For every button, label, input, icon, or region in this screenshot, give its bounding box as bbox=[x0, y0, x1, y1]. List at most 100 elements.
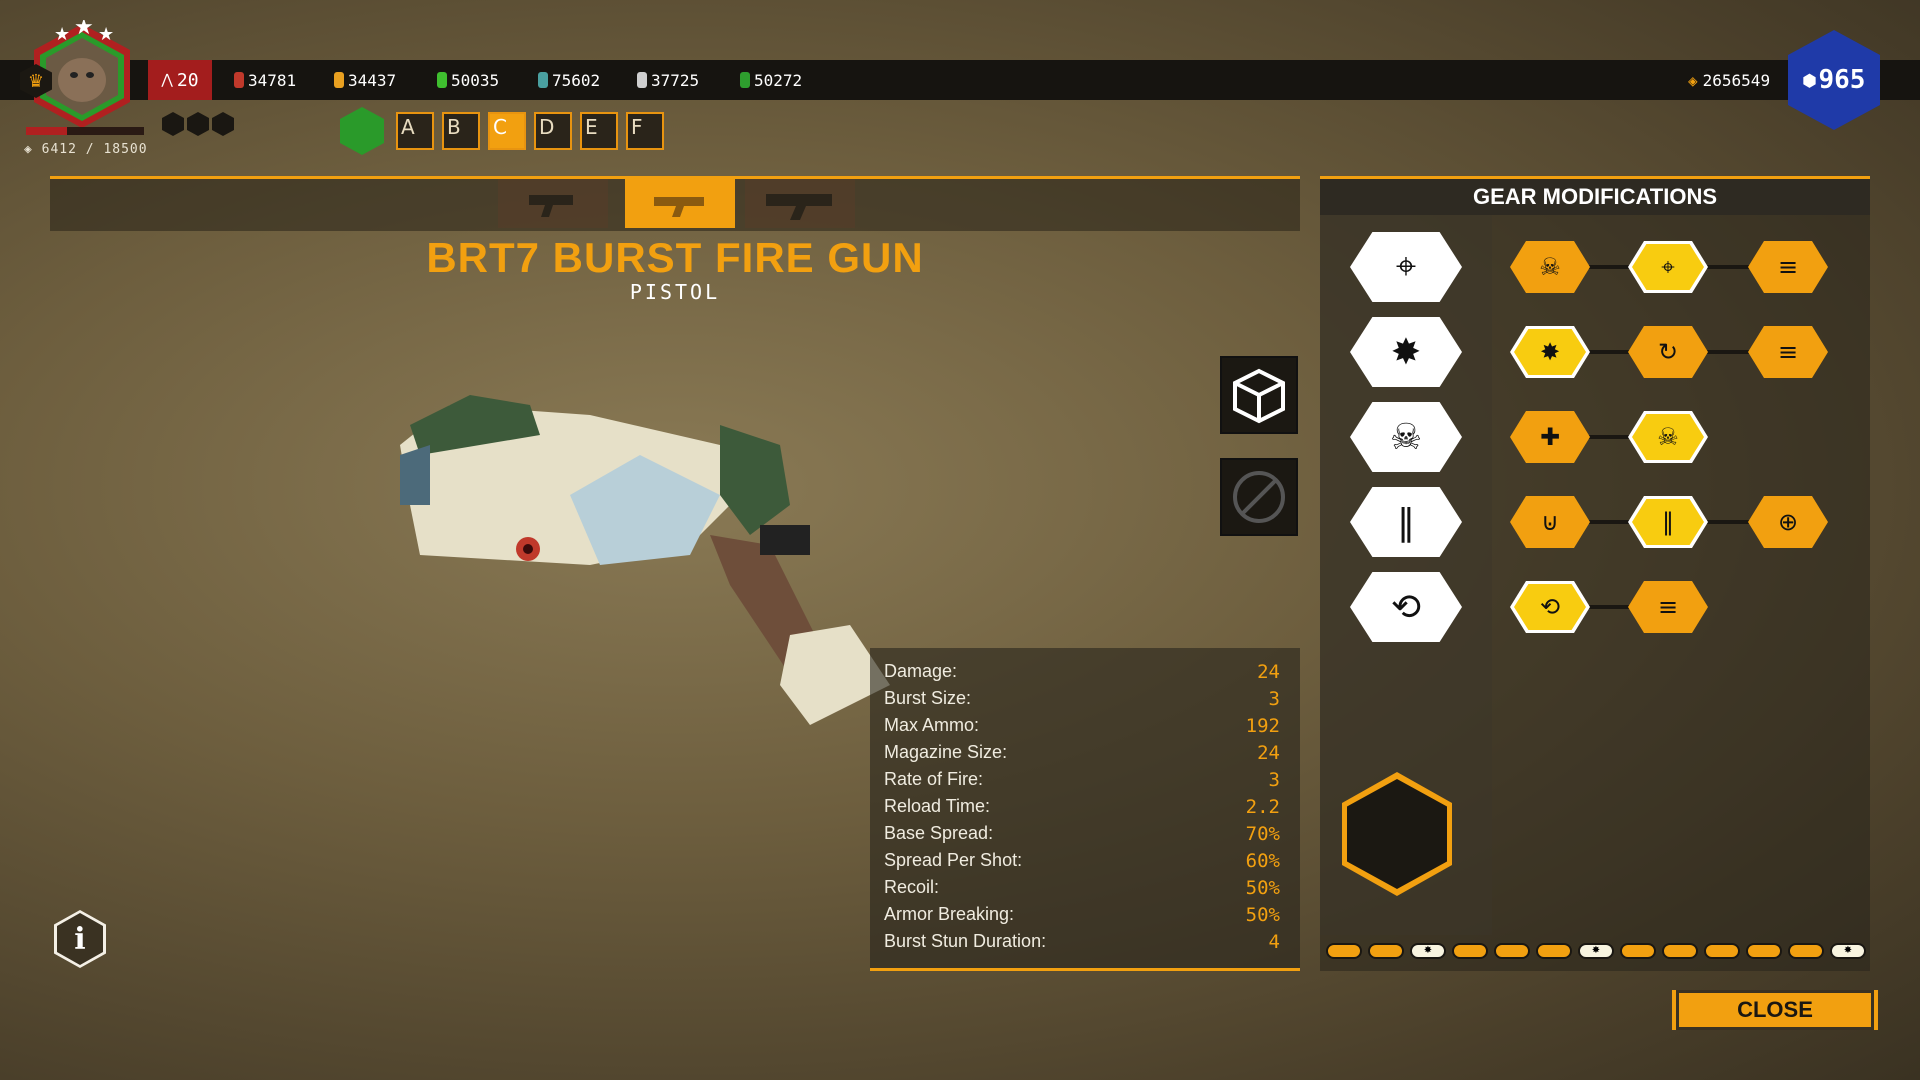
upgrade-pip bbox=[1536, 943, 1572, 959]
svg-text:★: ★ bbox=[98, 24, 114, 45]
upgrade-pip bbox=[1368, 943, 1404, 959]
resource-gold-resource: 34437 bbox=[334, 60, 396, 100]
impact-icon: ✸ bbox=[1390, 331, 1422, 373]
gear-mod-3-1[interactable]: ✚ bbox=[1510, 411, 1590, 463]
resource-silver-resource: 37725 bbox=[637, 60, 699, 100]
crosshair-icon: ⌖ bbox=[1661, 253, 1675, 281]
stat-row: Burst Size: 3 bbox=[884, 685, 1280, 712]
cube-icon bbox=[1233, 368, 1285, 424]
stat-row: Armor Breaking: 50% bbox=[884, 901, 1280, 928]
resource-green-resource: 50035 bbox=[437, 60, 499, 100]
gear-mod-4-3[interactable]: ⊕ bbox=[1748, 496, 1828, 548]
close-button[interactable]: CLOSE bbox=[1672, 990, 1878, 1030]
player-level: ⋀ 20 bbox=[148, 60, 212, 100]
loadout-slot-f[interactable]: F bbox=[626, 112, 664, 150]
skin-button[interactable] bbox=[1220, 356, 1298, 434]
stat-value: 70% bbox=[1245, 822, 1280, 845]
stat-row: Magazine Size: 24 bbox=[884, 739, 1280, 766]
premium-currency-badge[interactable]: ⬢ 965 bbox=[1788, 30, 1880, 130]
upgrade-pip: ✸ bbox=[1830, 943, 1866, 959]
empty-slot-hex-3 bbox=[212, 112, 234, 136]
gear-tier-1-category: ⌖ bbox=[1350, 232, 1462, 302]
xp-value: 6412 / 18500 bbox=[41, 142, 148, 157]
resource-value: 50272 bbox=[754, 70, 803, 90]
premium-icon: ⬢ bbox=[1802, 70, 1817, 90]
info-button[interactable]: i bbox=[54, 910, 106, 968]
resource-value: 50035 bbox=[451, 70, 500, 90]
bullets-icon: ≡ bbox=[1777, 338, 1799, 366]
info-icon: i bbox=[57, 913, 103, 965]
reload-icon: ↻ bbox=[1657, 338, 1679, 366]
stat-value: 24 bbox=[1257, 741, 1280, 764]
loadout-slot-e[interactable]: E bbox=[580, 112, 618, 150]
character-loadout-icon[interactable] bbox=[340, 107, 384, 155]
gear-mod-3-2[interactable]: ☠ bbox=[1628, 411, 1708, 463]
weapon-tab-3[interactable] bbox=[745, 179, 855, 228]
no-paint-icon bbox=[1233, 471, 1285, 523]
loadout-slot-b[interactable]: B bbox=[442, 112, 480, 150]
resource-value: 75602 bbox=[552, 70, 601, 90]
gear-mod-4-1[interactable]: ⊍ bbox=[1510, 496, 1590, 548]
skull-icon: ☠ bbox=[1657, 423, 1679, 451]
stat-row: Damage: 24 bbox=[884, 658, 1280, 685]
stat-row: Max Ammo: 192 bbox=[884, 712, 1280, 739]
silver-resource-icon bbox=[637, 72, 647, 88]
resource-value: 37725 bbox=[651, 70, 700, 90]
weapon-tab-2[interactable] bbox=[625, 179, 735, 228]
stat-value: 24 bbox=[1257, 660, 1280, 683]
gear-mod-1-2[interactable]: ⌖ bbox=[1628, 241, 1708, 293]
stat-value: 3 bbox=[1268, 687, 1280, 710]
empty-slot-hex-2 bbox=[187, 112, 209, 136]
ammo-icon: ‖ bbox=[1397, 501, 1415, 543]
stat-label: Damage: bbox=[884, 661, 958, 681]
stat-label: Recoil: bbox=[884, 877, 940, 897]
gear-mod-2-1[interactable]: ✸ bbox=[1510, 326, 1590, 378]
loadout-slot-c[interactable]: C bbox=[488, 112, 526, 150]
paint-button[interactable] bbox=[1220, 458, 1298, 536]
loadout-slot-label: D bbox=[539, 115, 555, 139]
revolver-icon bbox=[766, 193, 832, 220]
gear-mod-1-3[interactable]: ≡ bbox=[1748, 241, 1828, 293]
gear-mod-5-1[interactable]: ⟲ bbox=[1510, 581, 1590, 633]
upgrade-pip bbox=[1326, 943, 1362, 959]
gear-tier-4-category: ‖ bbox=[1350, 487, 1462, 557]
stat-label: Magazine Size: bbox=[884, 742, 1008, 762]
loadout-slot-d[interactable]: D bbox=[534, 112, 572, 150]
stat-value: 3 bbox=[1268, 768, 1280, 791]
magazine-icon: ⊍ bbox=[1541, 508, 1559, 536]
svg-text:★: ★ bbox=[74, 20, 94, 40]
accuracy-icon: ⌖ bbox=[1395, 246, 1417, 287]
overclock-icon: ⟲ bbox=[1539, 593, 1561, 621]
gear-mod-1-1[interactable]: ☠ bbox=[1510, 241, 1590, 293]
loadout-slot-label: E bbox=[585, 115, 598, 139]
stat-value: 2.2 bbox=[1245, 795, 1280, 818]
upgrade-pip: ✸ bbox=[1578, 943, 1614, 959]
gem-icon: ◈ bbox=[1688, 70, 1698, 90]
gem-counter: ◈ 2656549 bbox=[1688, 60, 1770, 100]
stat-label: Base Spread: bbox=[884, 823, 994, 843]
gem-value: 2656549 bbox=[1702, 70, 1771, 90]
level-progress-bar bbox=[26, 127, 144, 135]
upgrade-pip bbox=[1452, 943, 1488, 959]
svg-text:★: ★ bbox=[54, 24, 70, 45]
loadout-selector: A B C D E F bbox=[340, 107, 664, 155]
gear-mod-4-2[interactable]: ‖ bbox=[1628, 496, 1708, 548]
weapon-name: BRT7 BURST FIRE GUN bbox=[426, 234, 924, 281]
upgrade-pip: ✸ bbox=[1410, 943, 1446, 959]
stat-label: Armor Breaking: bbox=[884, 904, 1015, 924]
loadout-slot-a[interactable]: A bbox=[396, 112, 434, 150]
weapon-tab-1[interactable] bbox=[498, 179, 608, 228]
upgrade-pips: ✸ ✸ ✸ bbox=[1326, 943, 1866, 959]
stat-row: Rate of Fire: 3 bbox=[884, 766, 1280, 793]
burst-pistol-icon bbox=[654, 196, 704, 217]
upgrade-pip bbox=[1494, 943, 1530, 959]
gear-mod-2-3[interactable]: ≡ bbox=[1748, 326, 1828, 378]
gear-mod-5-2[interactable]: ≡ bbox=[1628, 581, 1708, 633]
gear-tier-2-category: ✸ bbox=[1350, 317, 1462, 387]
premium-value: 965 bbox=[1818, 65, 1866, 95]
bullets-icon: ≡ bbox=[1777, 253, 1799, 281]
loadout-slot-label: B bbox=[447, 115, 461, 139]
stat-row: Recoil: 50% bbox=[884, 874, 1280, 901]
gear-mod-2-2[interactable]: ↻ bbox=[1628, 326, 1708, 378]
red-resource-icon bbox=[234, 72, 244, 88]
